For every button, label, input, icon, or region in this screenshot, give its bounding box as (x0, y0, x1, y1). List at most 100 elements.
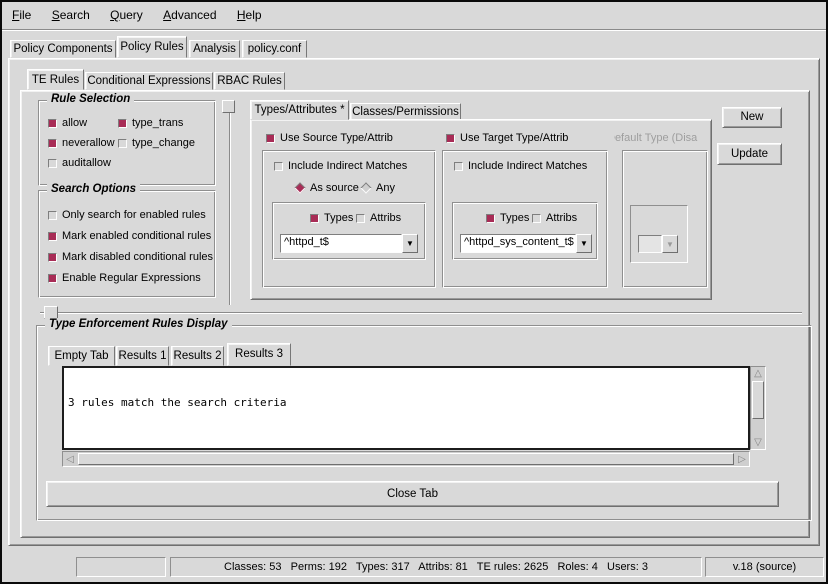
rule-selection-title: Rule Selection (47, 93, 134, 105)
tab-types-attributes[interactable]: Types/Attributes * (250, 100, 349, 120)
vertical-sash-handle[interactable] (222, 100, 235, 113)
checkbox-indicator (48, 274, 57, 283)
te-display-title: Type Enforcement Rules Display (45, 318, 232, 330)
tab-analysis[interactable]: Analysis (189, 40, 240, 58)
vertical-sash-line (229, 100, 231, 305)
tab-policy-conf[interactable]: policy.conf (242, 40, 307, 58)
scroll-down-icon[interactable]: ▽ (751, 436, 765, 449)
te-display-frame: Type Enforcement Rules Display Empty Tab… (36, 325, 812, 521)
tab-te-rules[interactable]: TE Rules (27, 69, 84, 90)
search-options-title: Search Options (47, 183, 140, 195)
horizontal-scrollbar[interactable]: ◁ ▷ (62, 451, 750, 467)
checkbox-type-change[interactable]: type_change (118, 137, 195, 149)
tab-classes-permissions[interactable]: Classes/Permissions (350, 103, 461, 120)
apol-window: File Search Query Advanced Help Policy C… (0, 0, 828, 584)
checkbox-indicator (486, 214, 495, 223)
chevron-down-icon[interactable]: ▼ (576, 234, 592, 253)
checkbox-only-enabled[interactable]: Only search for enabled rules (48, 209, 206, 221)
checkbox-indicator (48, 232, 57, 241)
checkbox-label: Use Target Type/Attrib (460, 132, 568, 144)
checkbox-label: type_trans (132, 117, 183, 129)
types-attributes-page: Use Source Type/Attrib Include Indirect … (250, 119, 712, 300)
tab-empty-tab[interactable]: Empty Tab (48, 346, 115, 366)
tab-results-2[interactable]: Results 2 (171, 346, 224, 366)
status-empty-panel (76, 557, 166, 577)
status-stats: Classes: 53 Perms: 192 Types: 317 Attrib… (170, 557, 702, 577)
checkbox-indicator (532, 214, 541, 223)
tab-policy-components[interactable]: Policy Components (10, 40, 116, 58)
checkbox-indicator (446, 134, 455, 143)
checkbox-mark-enabled[interactable]: Mark enabled conditional rules (48, 230, 211, 242)
checkbox-label: Enable Regular Expressions (62, 272, 201, 284)
menu-search[interactable]: Search (52, 2, 90, 29)
default-type-frame: ▼ (622, 150, 708, 288)
checkbox-indicator (48, 119, 57, 128)
radio-label: Any (376, 182, 395, 194)
scroll-right-icon[interactable]: ▷ (735, 452, 749, 466)
checkbox-type-trans[interactable]: type_trans (118, 117, 183, 129)
checkbox-target-types[interactable]: Types (486, 212, 529, 224)
tab-results-1[interactable]: Results 1 (116, 346, 169, 366)
checkbox-source-indirect[interactable]: Include Indirect Matches (274, 160, 407, 172)
checkbox-target-attribs[interactable]: Attribs (532, 212, 577, 224)
checkbox-use-target[interactable]: Use Target Type/Attrib (446, 132, 568, 144)
tab-results-3[interactable]: Results 3 (227, 343, 291, 366)
checkbox-source-types[interactable]: Types (310, 212, 353, 224)
checkbox-allow[interactable]: allow (48, 117, 87, 129)
target-type-input[interactable]: ^httpd_sys_content_t$ (460, 234, 576, 253)
chevron-down-icon[interactable]: ▼ (402, 234, 418, 253)
menu-help[interactable]: Help (237, 2, 262, 29)
vertical-scroll-thumb[interactable] (752, 381, 764, 419)
checkbox-target-indirect[interactable]: Include Indirect Matches (454, 160, 587, 172)
checkbox-mark-disabled[interactable]: Mark disabled conditional rules (48, 251, 213, 263)
close-tab-button[interactable]: Close Tab (46, 481, 779, 507)
checkbox-use-source[interactable]: Use Source Type/Attrib (266, 132, 393, 144)
radio-as-source[interactable]: As source (296, 182, 359, 194)
checkbox-label: Mark disabled conditional rules (62, 251, 213, 263)
menu-query[interactable]: Query (110, 2, 143, 29)
target-types-attribs-frame: Types Attribs ^httpd_sys_content_t$ ▼ (452, 202, 598, 260)
radio-indicator (360, 182, 371, 193)
chevron-down-icon: ▼ (662, 235, 678, 253)
radio-indicator (294, 182, 305, 193)
new-button[interactable]: New (722, 107, 782, 128)
checkbox-indicator (48, 139, 57, 148)
source-type-input[interactable]: ^httpd_t$ (280, 234, 402, 253)
checkbox-label: Only search for enabled rules (62, 209, 206, 221)
checkbox-label: Attribs (546, 212, 577, 224)
results-text[interactable]: 3 rules match the search criteria (5822)… (62, 366, 750, 450)
tab-rbac-rules[interactable]: RBAC Rules (214, 72, 285, 90)
checkbox-label: Attribs (370, 212, 401, 224)
menu-advanced[interactable]: Advanced (163, 2, 216, 29)
checkbox-label: auditallow (62, 157, 111, 169)
scroll-up-icon[interactable]: △ (751, 367, 765, 380)
source-type-combobox: ^httpd_t$ ▼ (280, 234, 418, 253)
blank-line (68, 435, 744, 448)
checkbox-indicator (48, 211, 57, 220)
status-version: v.18 (source) (705, 557, 824, 577)
search-options-frame: Search Options Only search for enabled r… (38, 190, 216, 298)
checkbox-indicator (266, 134, 275, 143)
checkbox-indicator (48, 253, 57, 262)
checkbox-label: type_change (132, 137, 195, 149)
update-button[interactable]: Update (717, 143, 782, 165)
source-types-attribs-frame: Types Attribs ^httpd_t$ ▼ (272, 202, 426, 260)
scroll-left-icon[interactable]: ◁ (63, 452, 77, 466)
menu-file[interactable]: File (12, 2, 31, 29)
radio-any[interactable]: Any (362, 182, 395, 194)
default-type-inner-frame: ▼ (630, 205, 688, 263)
checkbox-indicator (454, 162, 463, 171)
default-type-label: Default Type (Disa (614, 132, 709, 146)
target-type-combobox: ^httpd_sys_content_t$ ▼ (460, 234, 592, 253)
checkbox-label: Mark enabled conditional rules (62, 230, 211, 242)
tab-conditional-expressions[interactable]: Conditional Expressions (85, 72, 213, 90)
checkbox-neverallow[interactable]: neverallow (48, 137, 115, 149)
checkbox-source-attribs[interactable]: Attribs (356, 212, 401, 224)
tab-policy-rules[interactable]: Policy Rules (117, 36, 187, 58)
horizontal-scroll-thumb[interactable] (78, 453, 734, 465)
checkbox-auditallow[interactable]: auditallow (48, 157, 111, 169)
default-type-combobox: ▼ (638, 235, 678, 253)
te-rules-page: Rule Selection allow neverallow auditall… (20, 90, 810, 538)
checkbox-regex[interactable]: Enable Regular Expressions (48, 272, 201, 284)
vertical-scrollbar[interactable]: △ ▽ (750, 366, 766, 450)
